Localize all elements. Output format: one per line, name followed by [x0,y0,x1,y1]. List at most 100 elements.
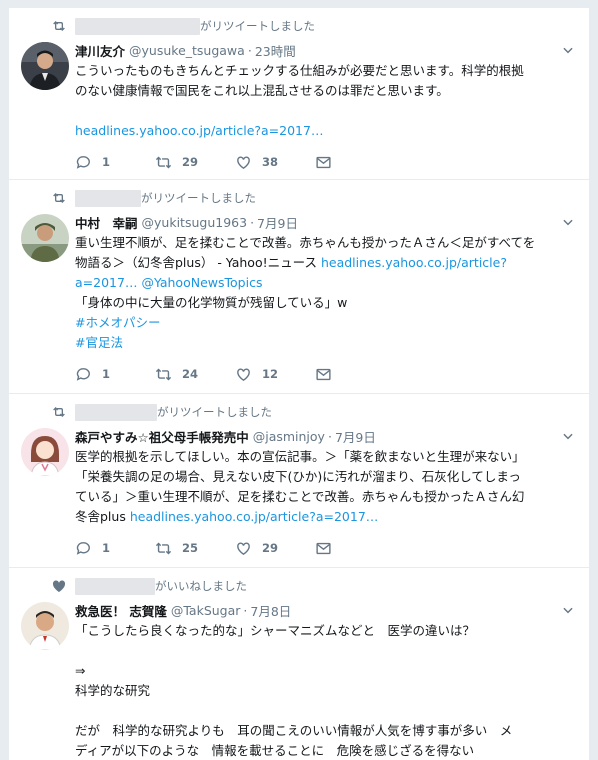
heart-filled-icon [52,580,66,592]
text-line: 冬舎plus [75,509,130,524]
reply-count: 1 [102,541,111,555]
article-link[interactable]: headlines.yahoo.co.jp/article?a=2017… [75,123,323,138]
tweet-header: 救急医！ 志賀隆 @TakSugar · 7月8日 [75,600,577,620]
text-line: ディアが以下のような 情報を載せることに 危険を感じざるを得ない [75,743,475,758]
retweet-count: 24 [182,367,199,381]
chevron-down-icon[interactable] [561,43,575,57]
heart-icon [237,155,250,169]
hashtag-link[interactable]: #官足法 [75,335,123,350]
direct-message-button[interactable] [315,154,332,171]
tweet-header: 森戸やすみ☆祖父母手帳発売中 @jasminjoy · 7月9日 [75,426,577,446]
like-count: 38 [262,155,279,169]
timeline: がリツイートしました 津川友介 @yusuke_tsugawa · 23時間 こ… [8,8,590,760]
reply-button[interactable]: 1 [75,154,155,171]
retweet-count: 25 [182,541,199,555]
timestamp[interactable]: 7月9日 [335,427,376,446]
retweet-icon [155,542,172,554]
redacted-username [75,577,155,595]
retweet-icon [53,407,65,417]
reply-button[interactable]: 1 [75,366,155,383]
tweet[interactable]: がリツイートしました 中村 幸嗣 @yukitsugu1963 · 7月9日 重… [9,180,589,394]
tweet[interactable]: がリツイートしました 森戸やすみ☆祖父母手帳発売中 @jasminjoy · 7… [9,394,589,568]
like-count: 29 [262,541,279,555]
like-count: 12 [262,367,279,381]
separator: · [250,214,255,230]
envelope-icon [316,156,331,168]
context-text: がリツイートしました [200,19,315,33]
retweet-button[interactable]: 24 [155,366,235,383]
like-button[interactable]: 12 [235,366,315,383]
context-text: がリツイートしました [141,191,256,205]
tweet-header: 中村 幸嗣 @yukitsugu1963 · 7月9日 [75,212,577,232]
avatar[interactable] [21,428,69,476]
tweet-header: 津川友介 @yusuke_tsugawa · 23時間 [75,40,577,60]
text-line: 「こうしたら良くなった的な」シャーマニズムなどと 医学の違いは？ [75,623,476,638]
username[interactable]: @yusuke_tsugawa [129,43,245,58]
avatar[interactable] [21,214,69,262]
text-line: 重い生理不順が、足を揉むことで改善。赤ちゃんも授かったＡさん＜足がすべてを [75,235,536,250]
like-button[interactable]: 38 [235,154,315,171]
text-line: ている」＞重い生理不順が、足を揉むことで改善。赤ちゃんも授かったＡさん幻 [75,489,525,504]
tweet-text: 重い生理不順が、足を揉むことで改善。赤ちゃんも授かったＡさん＜足がすべてを 物語… [75,233,577,353]
text-line: 物語る＞（幻冬舎plus） - Yahoo!ニュース [75,255,321,270]
tweet-context: がリツイートしました [53,17,577,35]
text-line: だが 科学的な研究よりも 耳の聞こえのいい情報が人気を博す事が多い メ [75,723,513,738]
hashtag-link[interactable]: #ホメオパシー [75,315,160,330]
tweet[interactable]: がリツイートしました 津川友介 @yusuke_tsugawa · 23時間 こ… [9,8,589,180]
mention-link[interactable]: @YahooNewsTopics [141,275,262,290]
article-link[interactable]: a=2017… [75,275,137,290]
tweet[interactable]: がいいねしました 救急医！ 志賀隆 @TakSugar · 7月8日 「こうした… [9,568,589,760]
tweet-text: 「こうしたら良くなった的な」シャーマニズムなどと 医学の違いは？ ⇒ 科学的な研… [75,621,577,760]
redacted-username [75,17,200,35]
username[interactable]: @yukitsugu1963 [142,215,248,230]
username[interactable]: @jasminjoy [253,429,325,444]
envelope-icon [316,368,331,380]
reply-count: 1 [102,367,111,381]
separator: · [327,428,332,444]
text-line: 医学的根拠を示してほしい。本の宣伝記事。＞「薬を飲まないと生理が来ない」 [75,449,525,464]
timestamp[interactable]: 23時間 [255,41,296,60]
context-text: がリツイートしました [157,405,272,419]
fullname[interactable]: 救急医！ 志賀隆 [75,601,167,620]
like-button[interactable]: 29 [235,540,315,557]
retweet-button[interactable]: 29 [155,154,235,171]
fullname[interactable]: 森戸やすみ☆祖父母手帳発売中 [75,427,249,446]
tweet-context: がリツイートしました [53,403,577,421]
avatar[interactable] [21,602,69,650]
fullname[interactable]: 津川友介 [75,41,125,60]
chevron-down-icon[interactable] [561,215,575,229]
redacted-username [75,403,157,421]
text-line [75,641,567,661]
retweet-icon [53,21,65,31]
reply-icon [76,541,90,555]
text-line: 「栄養失調の足の場合、見えない皮下(ひか)に汚れが溜まり、石灰化してしまっ [75,469,521,484]
chevron-down-icon[interactable] [561,603,575,617]
tweet-context: がいいねしました [52,577,577,595]
username[interactable]: @TakSugar [171,603,241,618]
direct-message-button[interactable] [315,366,332,383]
timestamp[interactable]: 7月8日 [250,601,291,620]
reply-icon [76,367,90,381]
article-link[interactable]: headlines.yahoo.co.jp/article? [321,255,507,270]
tweet-actions: 1 29 38 [75,153,577,171]
text-line: こういったものもきちんとチェックする仕組みが必要だと思います。科学的根拠 [75,63,524,78]
direct-message-button[interactable] [315,540,332,557]
retweet-icon [155,368,172,380]
timestamp[interactable]: 7月9日 [257,213,298,232]
text-line: のない健康情報で国民をこれ以上混乱させるのは罪だと思います。 [75,83,449,98]
retweet-button[interactable]: 25 [155,540,235,557]
tweet-actions: 1 24 12 [75,365,577,383]
fullname[interactable]: 中村 幸嗣 [75,213,138,232]
text-line: ⇒ [75,663,86,678]
separator: · [243,602,248,618]
tweet-text: こういったものもきちんとチェックする仕組みが必要だと思います。科学的根拠 のない… [75,61,577,141]
avatar[interactable] [21,42,69,90]
text-line: 科学的な研究 [75,683,151,698]
heart-icon [237,541,250,555]
retweet-icon [53,193,65,203]
article-link[interactable]: headlines.yahoo.co.jp/article?a=2017… [130,509,378,524]
context-text: がいいねしました [155,579,247,593]
chevron-down-icon[interactable] [561,429,575,443]
reply-icon [76,155,90,169]
reply-button[interactable]: 1 [75,540,155,557]
